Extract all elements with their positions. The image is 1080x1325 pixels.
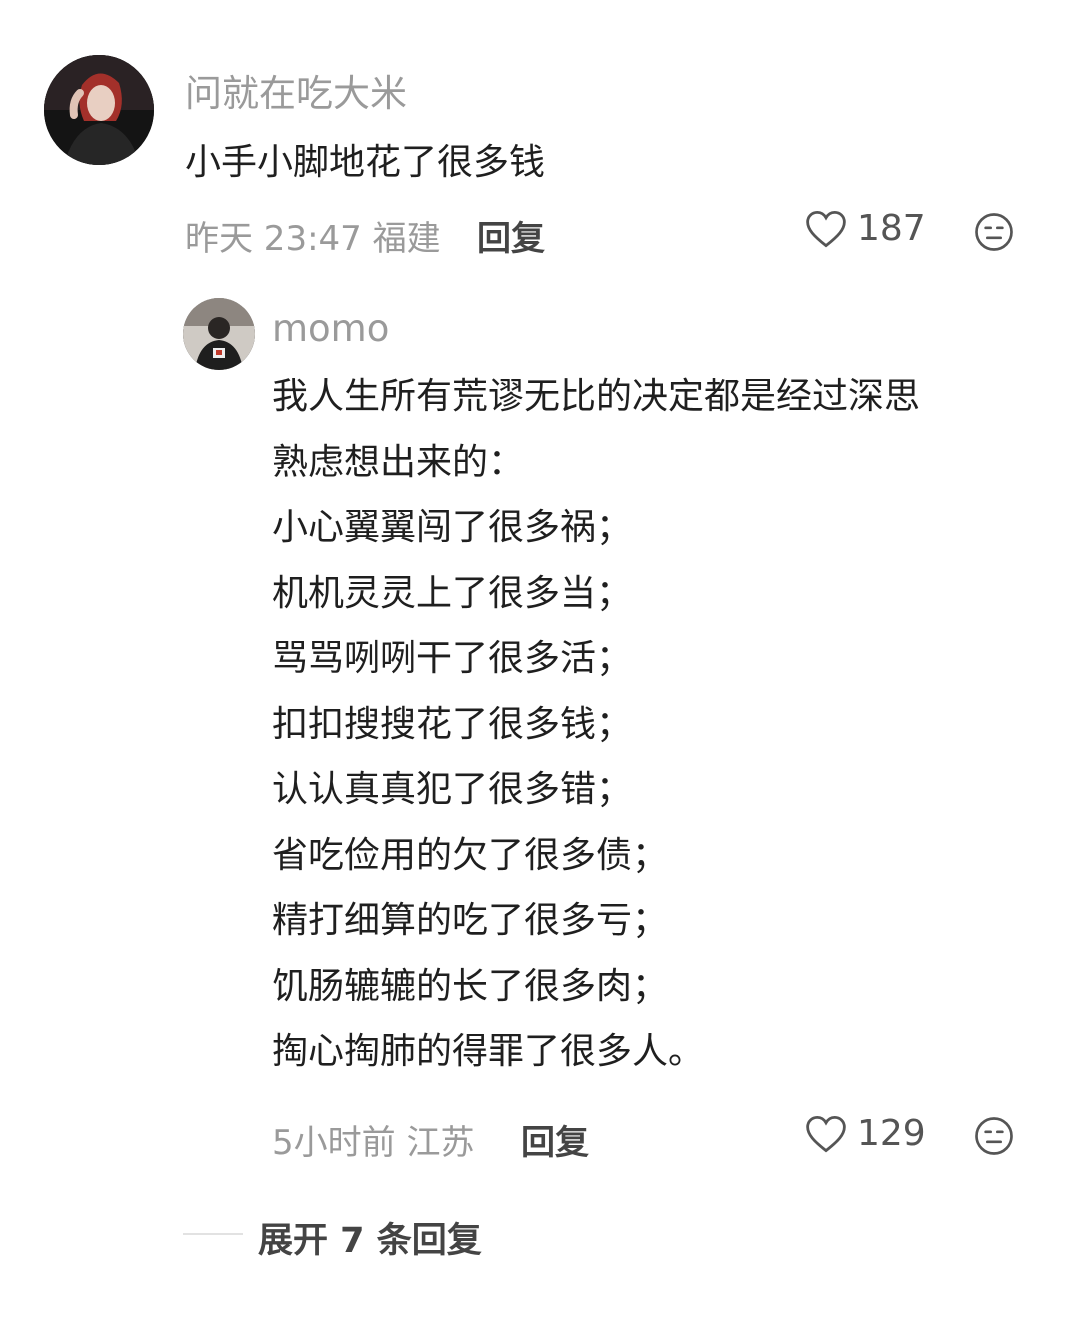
comment-reply-button[interactable]: 回复	[477, 211, 545, 260]
commenter-avatar[interactable]	[44, 55, 154, 165]
reply-meta: 5小时前 江苏	[272, 1115, 474, 1164]
comment-like-count: 187	[857, 208, 926, 249]
replier-username[interactable]: momo	[272, 307, 389, 350]
reply-dislike-button[interactable]	[974, 1116, 1014, 1160]
heart-icon	[806, 1115, 846, 1152]
reply-text-line: 我人生所有荒谬无比的决定都是经过深思	[272, 376, 921, 417]
reply-time: 5小时前	[272, 1123, 396, 1163]
expand-replies-button[interactable]: 展开 7 条回复	[258, 1212, 482, 1263]
reply-text-line: 扣扣搜搜花了很多钱；	[272, 703, 633, 745]
reply-text-line: 饥肠辘辘的长了很多肉；	[272, 965, 669, 1007]
meh-face-icon	[975, 213, 1013, 251]
comment-text: 小手小脚地花了很多钱	[185, 142, 546, 183]
heart-icon	[806, 210, 846, 247]
reply-text-line: 骂骂咧咧干了很多活；	[272, 638, 633, 679]
reply-text: 我人生所有荒谬无比的决定都是经过深思 熟虑想出来的： 小心翼翼闯了很多祸； 机机…	[272, 364, 920, 1085]
reply-reply-button[interactable]: 回复	[521, 1115, 589, 1164]
reply-text-line: 机机灵灵上了很多当；	[272, 572, 633, 614]
replier-avatar[interactable]	[183, 298, 255, 370]
reply-text-line: 认认真真犯了很多错；	[272, 769, 633, 810]
reply-like-count: 129	[857, 1113, 926, 1154]
reply-text-line: 精打细算的吃了很多亏；	[272, 900, 669, 941]
comment-time: 昨天 23:47	[185, 219, 362, 259]
comment-location: 福建	[372, 219, 441, 259]
reply-text-line: 熟虑想出来的：	[272, 441, 525, 483]
reply-like-button[interactable]: 129	[805, 1113, 926, 1154]
commenter-username[interactable]: 问就在吃大米	[185, 63, 407, 117]
reply-text-line: 省吃俭用的欠了很多债；	[272, 834, 669, 876]
comment-meta: 昨天 23:47 福建	[185, 211, 441, 260]
comment-like-button[interactable]: 187	[805, 208, 926, 249]
expand-divider	[183, 1233, 243, 1235]
reply-location: 江苏	[406, 1123, 475, 1163]
meh-face-icon	[975, 1117, 1013, 1155]
reply-text-line: 掏心掏肺的得罪了很多人。	[272, 1031, 705, 1072]
reply-text-line: 小心翼翼闯了很多祸；	[272, 507, 633, 548]
comment-dislike-button[interactable]	[974, 212, 1014, 256]
